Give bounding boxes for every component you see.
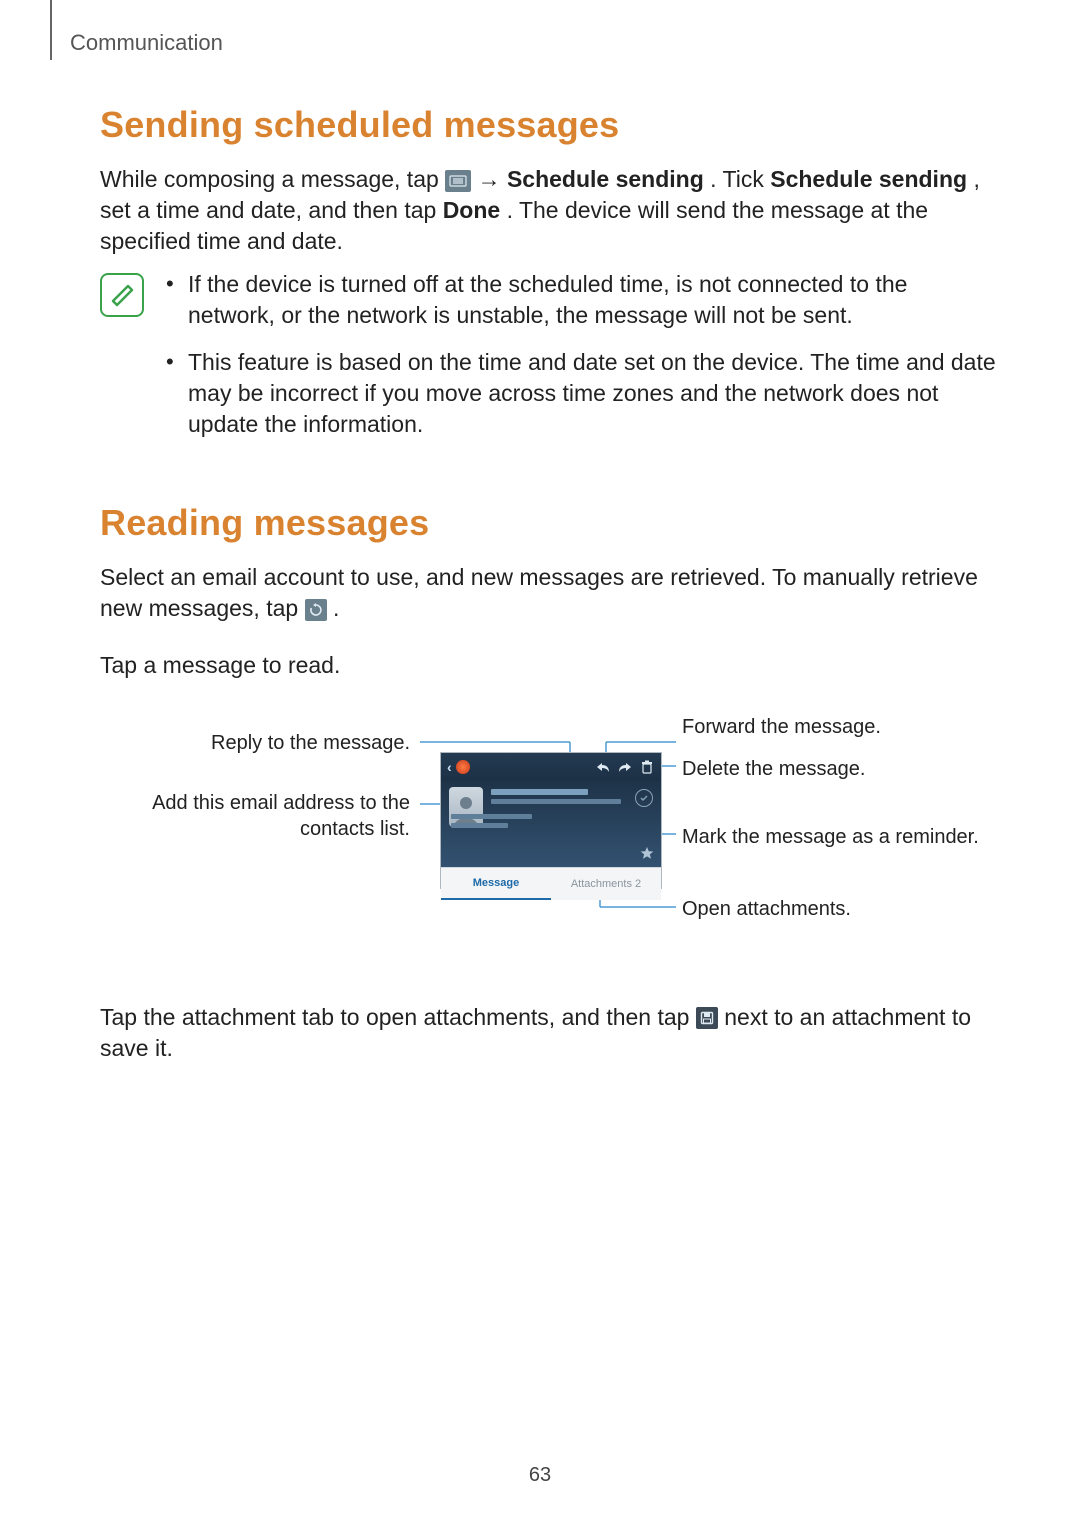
note-icon (100, 273, 144, 317)
heading-sending-scheduled: Sending scheduled messages (100, 104, 1000, 146)
note-block: If the device is turned off at the sched… (100, 269, 1000, 456)
reply-icon[interactable] (595, 759, 611, 775)
email-toolbar: ‹ (441, 753, 661, 781)
star-icon[interactable] (639, 845, 655, 861)
paragraph-tap-to-read: Tap a message to read. (100, 650, 1000, 681)
menu-icon (445, 170, 471, 192)
tab-message[interactable]: Message (441, 868, 551, 900)
text-bold: Schedule sending (770, 166, 967, 192)
email-preview-lines (491, 787, 653, 861)
callout-attachments: Open attachments. (682, 896, 851, 922)
paragraph-sending-scheduled: While composing a message, tap → Schedul… (100, 164, 1000, 257)
callout-forward: Forward the message. (682, 714, 881, 740)
paragraph-attachments: Tap the attachment tab to open attachmen… (100, 1002, 1000, 1064)
text-fragment: Select an email account to use, and new … (100, 564, 978, 621)
callout-star: Mark the message as a reminder. (682, 824, 979, 850)
callout-delete: Delete the message. (682, 756, 865, 782)
text-fragment: . (333, 595, 339, 621)
account-dot-icon[interactable] (456, 760, 470, 774)
side-rule (50, 0, 52, 60)
heading-reading-messages: Reading messages (100, 502, 1000, 544)
text-fragment: Tap the attachment tab to open attachmen… (100, 1004, 696, 1030)
page-number: 63 (0, 1464, 1080, 1487)
forward-icon[interactable] (617, 759, 633, 775)
paragraph-reading-1: Select an email account to use, and new … (100, 562, 1000, 624)
sender-avatar[interactable] (449, 787, 483, 827)
refresh-icon (305, 599, 327, 621)
callout-reply: Reply to the message. (170, 730, 410, 756)
email-body (441, 781, 661, 867)
back-icon[interactable]: ‹ (447, 759, 452, 775)
text-bold: Done (443, 197, 501, 223)
note-item: If the device is turned off at the sched… (166, 269, 1000, 331)
text-fragment: . Tick (710, 166, 770, 192)
callout-add-contact: Add this email address to the contacts l… (130, 790, 410, 842)
save-icon (696, 1007, 718, 1029)
add-contact-icon[interactable] (635, 789, 653, 807)
tab-attachments[interactable]: Attachments 2 (551, 868, 661, 900)
note-item: This feature is based on the time and da… (166, 347, 1000, 440)
text-bold: Schedule sending (507, 166, 704, 192)
phone-screenshot: ‹ (440, 752, 662, 889)
breadcrumb: Communication (70, 30, 1000, 56)
email-tabs: Message Attachments 2 (441, 867, 661, 900)
trash-icon[interactable] (639, 759, 655, 775)
diagram-email-screen: ‹ (120, 712, 980, 972)
text-fragment: → (478, 166, 507, 192)
text-fragment: While composing a message, tap (100, 166, 445, 192)
